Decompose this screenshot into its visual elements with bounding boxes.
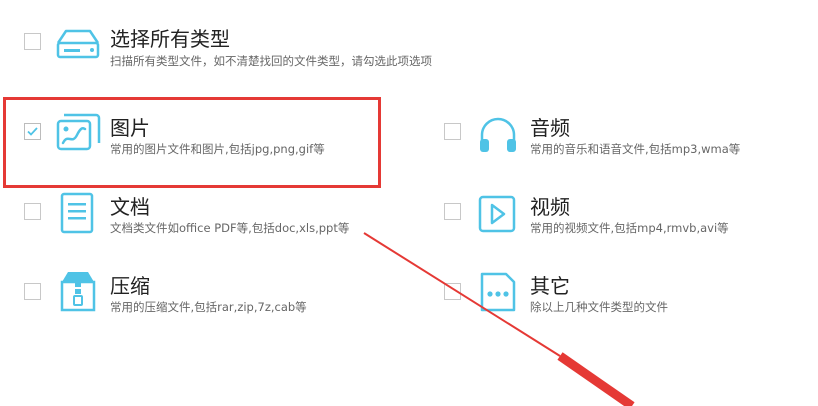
annotation-arrow <box>363 232 635 406</box>
